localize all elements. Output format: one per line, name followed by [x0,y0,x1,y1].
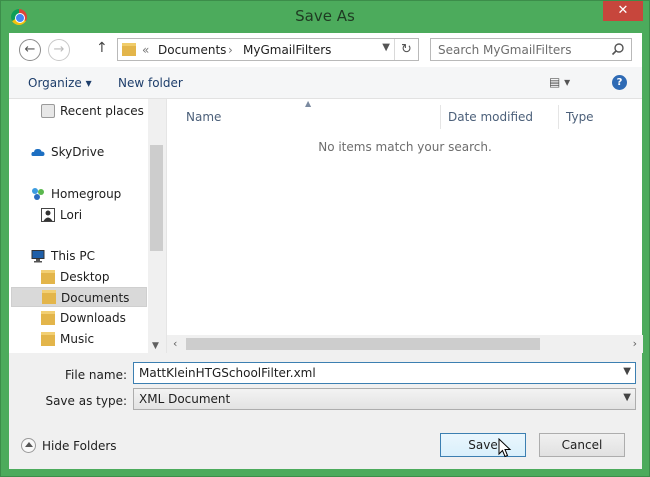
chevron-up-circle-icon [21,438,36,453]
scroll-right-icon[interactable]: › [633,337,637,350]
nav-item-label: Desktop [60,270,110,284]
hide-folders-label: Hide Folders [42,439,117,453]
column-header-name[interactable]: Name [179,105,441,129]
music-folder-icon [41,332,55,346]
nav-item-label: Lori [60,208,83,222]
nav-item-label: This PC [51,249,95,263]
file-name-input[interactable] [134,363,614,383]
horizontal-scrollbar-thumb[interactable] [186,338,540,350]
homegroup-icon [32,188,44,200]
nav-item-music[interactable]: Music [11,329,147,349]
back-arrow-icon: ← [24,42,36,57]
scroll-down-icon[interactable]: ▼ [152,341,159,351]
command-bar: Organize ▾ New folder ▤ ▾ ? [9,67,642,99]
up-arrow-icon: ↑ [96,40,108,56]
nav-item-recent-places[interactable]: Recent places [11,101,147,121]
new-folder-button[interactable]: New folder [118,76,183,90]
nav-item-label: SkyDrive [51,145,105,159]
breadcrumb-separator[interactable]: › [228,43,233,57]
chevron-down-icon[interactable]: ▼ [623,366,631,377]
view-options-button[interactable]: ▤ ▾ [549,75,570,89]
save-button[interactable]: Save [440,433,526,457]
search-icon[interactable] [611,42,625,56]
file-name-combobox: ▼ [133,362,636,384]
cancel-button[interactable]: Cancel [539,433,625,457]
window-title: Save As [295,7,355,25]
address-bar[interactable]: « Documents › MyGmailFilters ▼ ↻ [117,38,419,61]
nav-item-documents[interactable]: Documents [11,287,147,307]
nav-item-label: Recent places [60,104,144,118]
chevron-down-icon: ▼ [623,392,631,403]
file-name-label: File name: [65,368,127,382]
cloud-icon [31,148,45,156]
column-header-date-modified[interactable]: Date modified [441,105,559,129]
recent-places-icon [41,104,55,118]
empty-folder-message: No items match your search. [318,140,492,154]
nav-item-this-pc[interactable]: This PC [11,246,147,266]
nav-item-downloads[interactable]: Downloads [11,308,147,328]
title-bar[interactable]: Save As ✕ [1,1,649,33]
forward-arrow-icon: → [53,42,65,57]
save-as-dialog: Save As ✕ ← → ↑ « Documents › MyGmailFil… [0,0,650,477]
up-button[interactable]: ↑ [96,40,108,56]
search-box [430,38,632,61]
nav-scrollbar-thumb[interactable] [150,145,163,251]
refresh-button[interactable]: ↻ [394,39,418,60]
folder-icon [122,43,136,56]
nav-item-skydrive[interactable]: SkyDrive [11,142,147,162]
horizontal-scrollbar[interactable]: ‹ › [167,335,643,353]
search-input[interactable] [431,39,607,60]
mouse-cursor-icon [498,438,512,458]
save-as-type-value: XML Document [139,392,231,406]
save-form: File name: ▼ Save as type: XML Document … [9,353,642,469]
downloads-folder-icon [41,311,55,325]
navigation-pane: Recent places SkyDrive Homegroup Lori Th… [9,99,165,353]
breadcrumb-mygmailfilters[interactable]: MyGmailFilters [243,43,331,57]
breadcrumb-overflow[interactable]: « [142,43,149,57]
nav-item-label: Downloads [60,311,126,325]
chevron-down-icon[interactable]: ▼ [382,42,390,53]
nav-item-desktop[interactable]: Desktop [11,267,147,287]
nav-item-homegroup[interactable]: Homegroup [11,184,147,204]
folder-icon [41,270,55,284]
breadcrumb-documents[interactable]: Documents [158,43,226,57]
computer-icon [31,250,45,263]
nav-item-label: Homegroup [51,187,122,201]
nav-pane-scrollbar[interactable]: ▼ [148,99,165,353]
save-as-type-select[interactable]: XML Document ▼ [133,388,636,410]
documents-folder-icon [42,290,56,304]
nav-item-label: Music [60,332,95,346]
nav-item-lori[interactable]: Lori [11,205,147,225]
help-icon[interactable]: ? [612,75,627,90]
file-list-pane: ▲ Name Date modified Type No items match… [166,99,643,353]
column-header-type[interactable]: Type [559,105,619,129]
scroll-left-icon[interactable]: ‹ [173,337,177,350]
close-button[interactable]: ✕ [603,1,643,21]
refresh-icon: ↻ [401,42,412,57]
forward-button[interactable]: → [48,39,70,61]
save-as-type-label: Save as type: [45,394,127,408]
close-icon: ✕ [617,3,629,18]
dialog-client-area: ← → ↑ « Documents › MyGmailFilters ▼ ↻ S… [9,33,643,469]
user-icon [41,208,55,222]
back-button[interactable]: ← [19,39,41,61]
address-row: ← → ↑ « Documents › MyGmailFilters ▼ ↻ [9,33,642,67]
organize-menu[interactable]: Organize ▾ [28,76,92,90]
nav-item-label: Documents [61,291,130,305]
